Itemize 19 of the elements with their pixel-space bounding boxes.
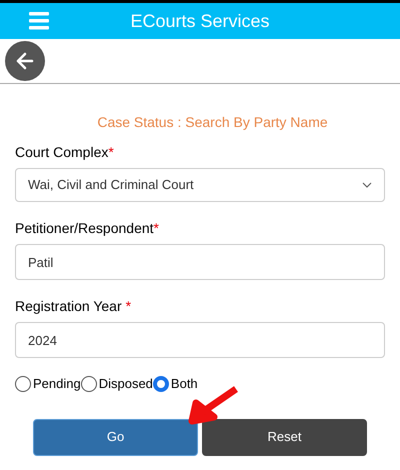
required-mark: * [154, 219, 159, 238]
status-radio[interactable]: Disposed [80, 374, 153, 394]
court-complex-select[interactable]: Wai, Civil and Criminal Court [15, 168, 385, 202]
input-field[interactable]: Patil [15, 244, 385, 280]
go-button[interactable]: Go [33, 418, 198, 456]
field-label: Court Complex [15, 143, 108, 162]
page-heading: Case Status : Search By Party Name [96, 113, 329, 132]
required-mark: * [126, 297, 132, 316]
chevron-down-icon [362, 182, 372, 188]
field-label: Registration Year [15, 297, 122, 316]
app-title: ECourts Services [130, 10, 270, 32]
field-label: Petitioner/Respondent [15, 219, 154, 238]
input-field[interactable]: 2024 [15, 322, 385, 358]
back-arrow-icon [15, 51, 35, 71]
required-mark: * [108, 143, 114, 162]
back-button[interactable] [5, 41, 45, 81]
status-radio[interactable]: Pending [15, 374, 81, 394]
status-radio[interactable]: Both [152, 374, 198, 394]
reset-button[interactable]: Reset [202, 418, 367, 456]
